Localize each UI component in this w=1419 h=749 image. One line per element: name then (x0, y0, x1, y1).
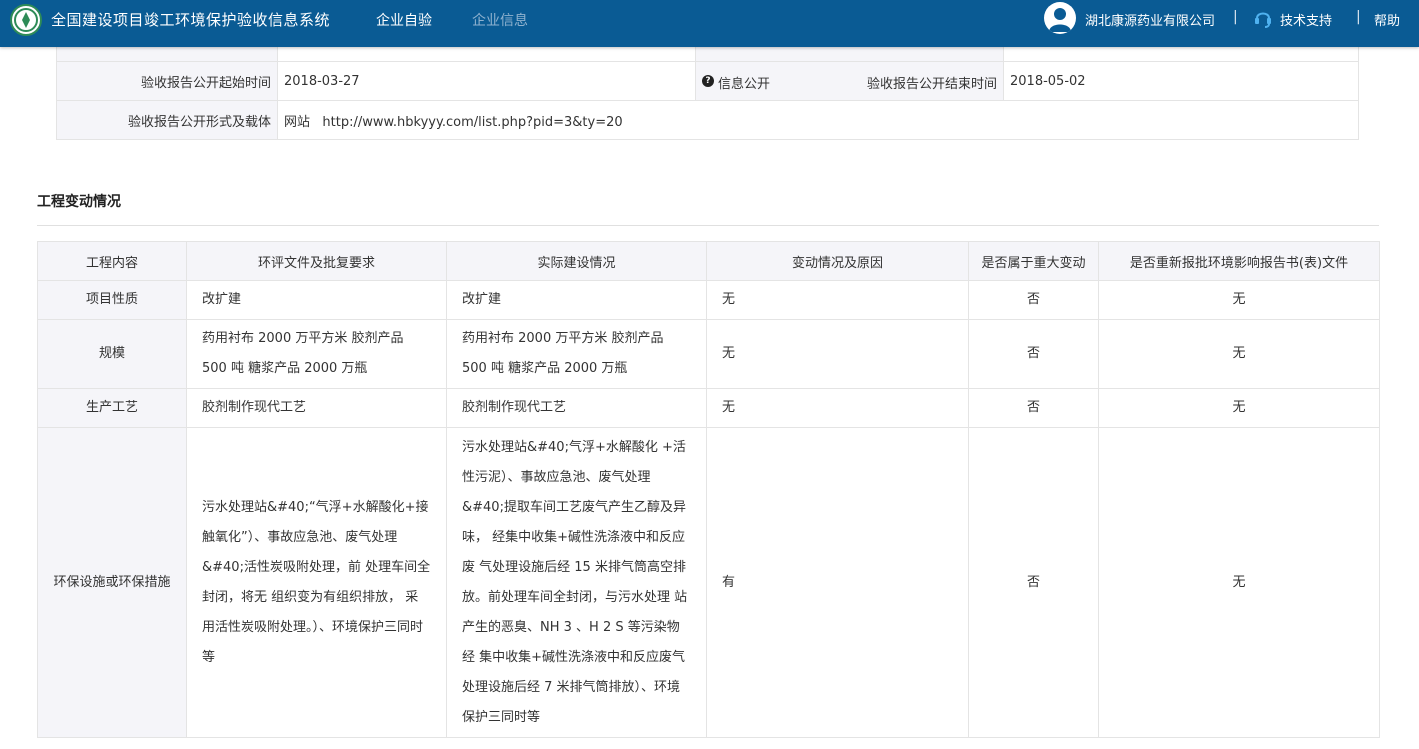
main-content: 验收报告公开起始时间 2018-03-27 ? 信息公开 验收报告公开结束时间 … (0, 0, 1419, 749)
table-cell: 污水处理站&#40;气浮+水解酸化 +活性污泥）、事故应急池、废气处理&#40;… (446, 427, 707, 738)
avatar-icon[interactable] (1044, 2, 1076, 34)
nav-self-acceptance[interactable]: 企业自验 (376, 10, 432, 30)
table-cell: 无 (706, 280, 969, 320)
column-header: 工程内容 (37, 241, 187, 281)
table-row: 项目性质 改扩建 改扩建 无 否 无 (37, 280, 1380, 320)
column-header: 是否重新报批环境影响报告书(表)文件 (1098, 241, 1380, 281)
change-table: 工程内容 环评文件及批复要求 实际建设情况 变动情况及原因 是否属于重大变动 是… (37, 241, 1380, 738)
column-header: 环评文件及批复要求 (186, 241, 447, 281)
table-cell: 无 (1098, 280, 1380, 320)
help-link[interactable]: 帮助 (1374, 10, 1400, 29)
table-cell: 环保设施或环保措施 (37, 427, 187, 738)
table-cell: 污水处理站&#40;“气浮+水解酸化+接 触氧化”）、事故应急池、废气处理&#4… (186, 427, 447, 738)
nav-separator: | (1356, 9, 1361, 25)
table-cell: 项目性质 (37, 280, 187, 320)
tech-support-link[interactable]: 技术支持 (1280, 10, 1332, 29)
column-header: 变动情况及原因 (706, 241, 969, 281)
public-info-tag: 信息公开 (718, 77, 771, 92)
table-cell: 无 (1098, 388, 1380, 428)
logo-icon (10, 4, 42, 36)
nav-separator: | (1233, 9, 1238, 25)
end-date-value: 2018-05-02 (1003, 61, 1359, 101)
column-header: 实际建设情况 (446, 241, 707, 281)
question-icon[interactable]: ? (702, 75, 714, 87)
table-cell: 有 (706, 427, 969, 738)
end-date-label: 验收报告公开结束时间 (866, 77, 997, 92)
table-header-row: 工程内容 环评文件及批复要求 实际建设情况 变动情况及原因 是否属于重大变动 是… (37, 241, 1380, 281)
column-header: 是否属于重大变动 (968, 241, 1099, 281)
table-row: 环保设施或环保措施 污水处理站&#40;“气浮+水解酸化+接 触氧化”）、事故应… (37, 427, 1380, 738)
table-row: 规模 药用衬布 2000 万平方米 胶剂产品 500 吨 糖浆产品 2000 万… (37, 319, 1380, 389)
headset-icon[interactable] (1254, 9, 1272, 33)
start-date-value: 2018-03-27 (277, 61, 696, 101)
section-title: 工程变动情况 (37, 194, 121, 210)
table-cell: 否 (968, 427, 1099, 738)
public-info-cell: ? 信息公开 验收报告公开结束时间 (695, 61, 1004, 101)
table-row: 生产工艺 胶剂制作现代工艺 胶剂制作现代工艺 无 否 无 (37, 388, 1380, 428)
table-cell: 药用衬布 2000 万平方米 胶剂产品 500 吨 糖浆产品 2000 万瓶 (446, 319, 707, 389)
table-cell: 胶剂制作现代工艺 (186, 388, 447, 428)
table-cell: 无 (1098, 319, 1380, 389)
app-title: 全国建设项目竣工环境保护验收信息系统 (51, 11, 331, 29)
table-cell: 生产工艺 (37, 388, 187, 428)
table-cell: 改扩建 (446, 280, 707, 320)
table-cell: 改扩建 (186, 280, 447, 320)
user-name[interactable]: 湖北康源药业有限公司 (1085, 10, 1215, 29)
table-cell: 否 (968, 388, 1099, 428)
table-cell: 无 (1098, 427, 1380, 738)
table-cell: 无 (706, 388, 969, 428)
table-cell: 无 (706, 319, 969, 389)
table-cell: 规模 (37, 319, 187, 389)
section-divider (37, 225, 1379, 226)
table-cell: 否 (968, 280, 1099, 320)
form-label: 验收报告公开形式及载体 (56, 100, 278, 140)
table-cell: 否 (968, 319, 1099, 389)
start-date-label: 验收报告公开起始时间 (56, 61, 278, 101)
top-navigation-bar: 全国建设项目竣工环境保护验收信息系统 企业自验 企业信息 湖北康源药业有限公司 … (0, 0, 1419, 47)
table-cell: 胶剂制作现代工艺 (446, 388, 707, 428)
nav-company-info[interactable]: 企业信息 (472, 10, 528, 30)
table-cell: 药用衬布 2000 万平方米 胶剂产品 500 吨 糖浆产品 2000 万瓶 (186, 319, 447, 389)
form-value: 网站 http://www.hbkyyy.com/list.php?pid=3&… (277, 100, 1359, 140)
